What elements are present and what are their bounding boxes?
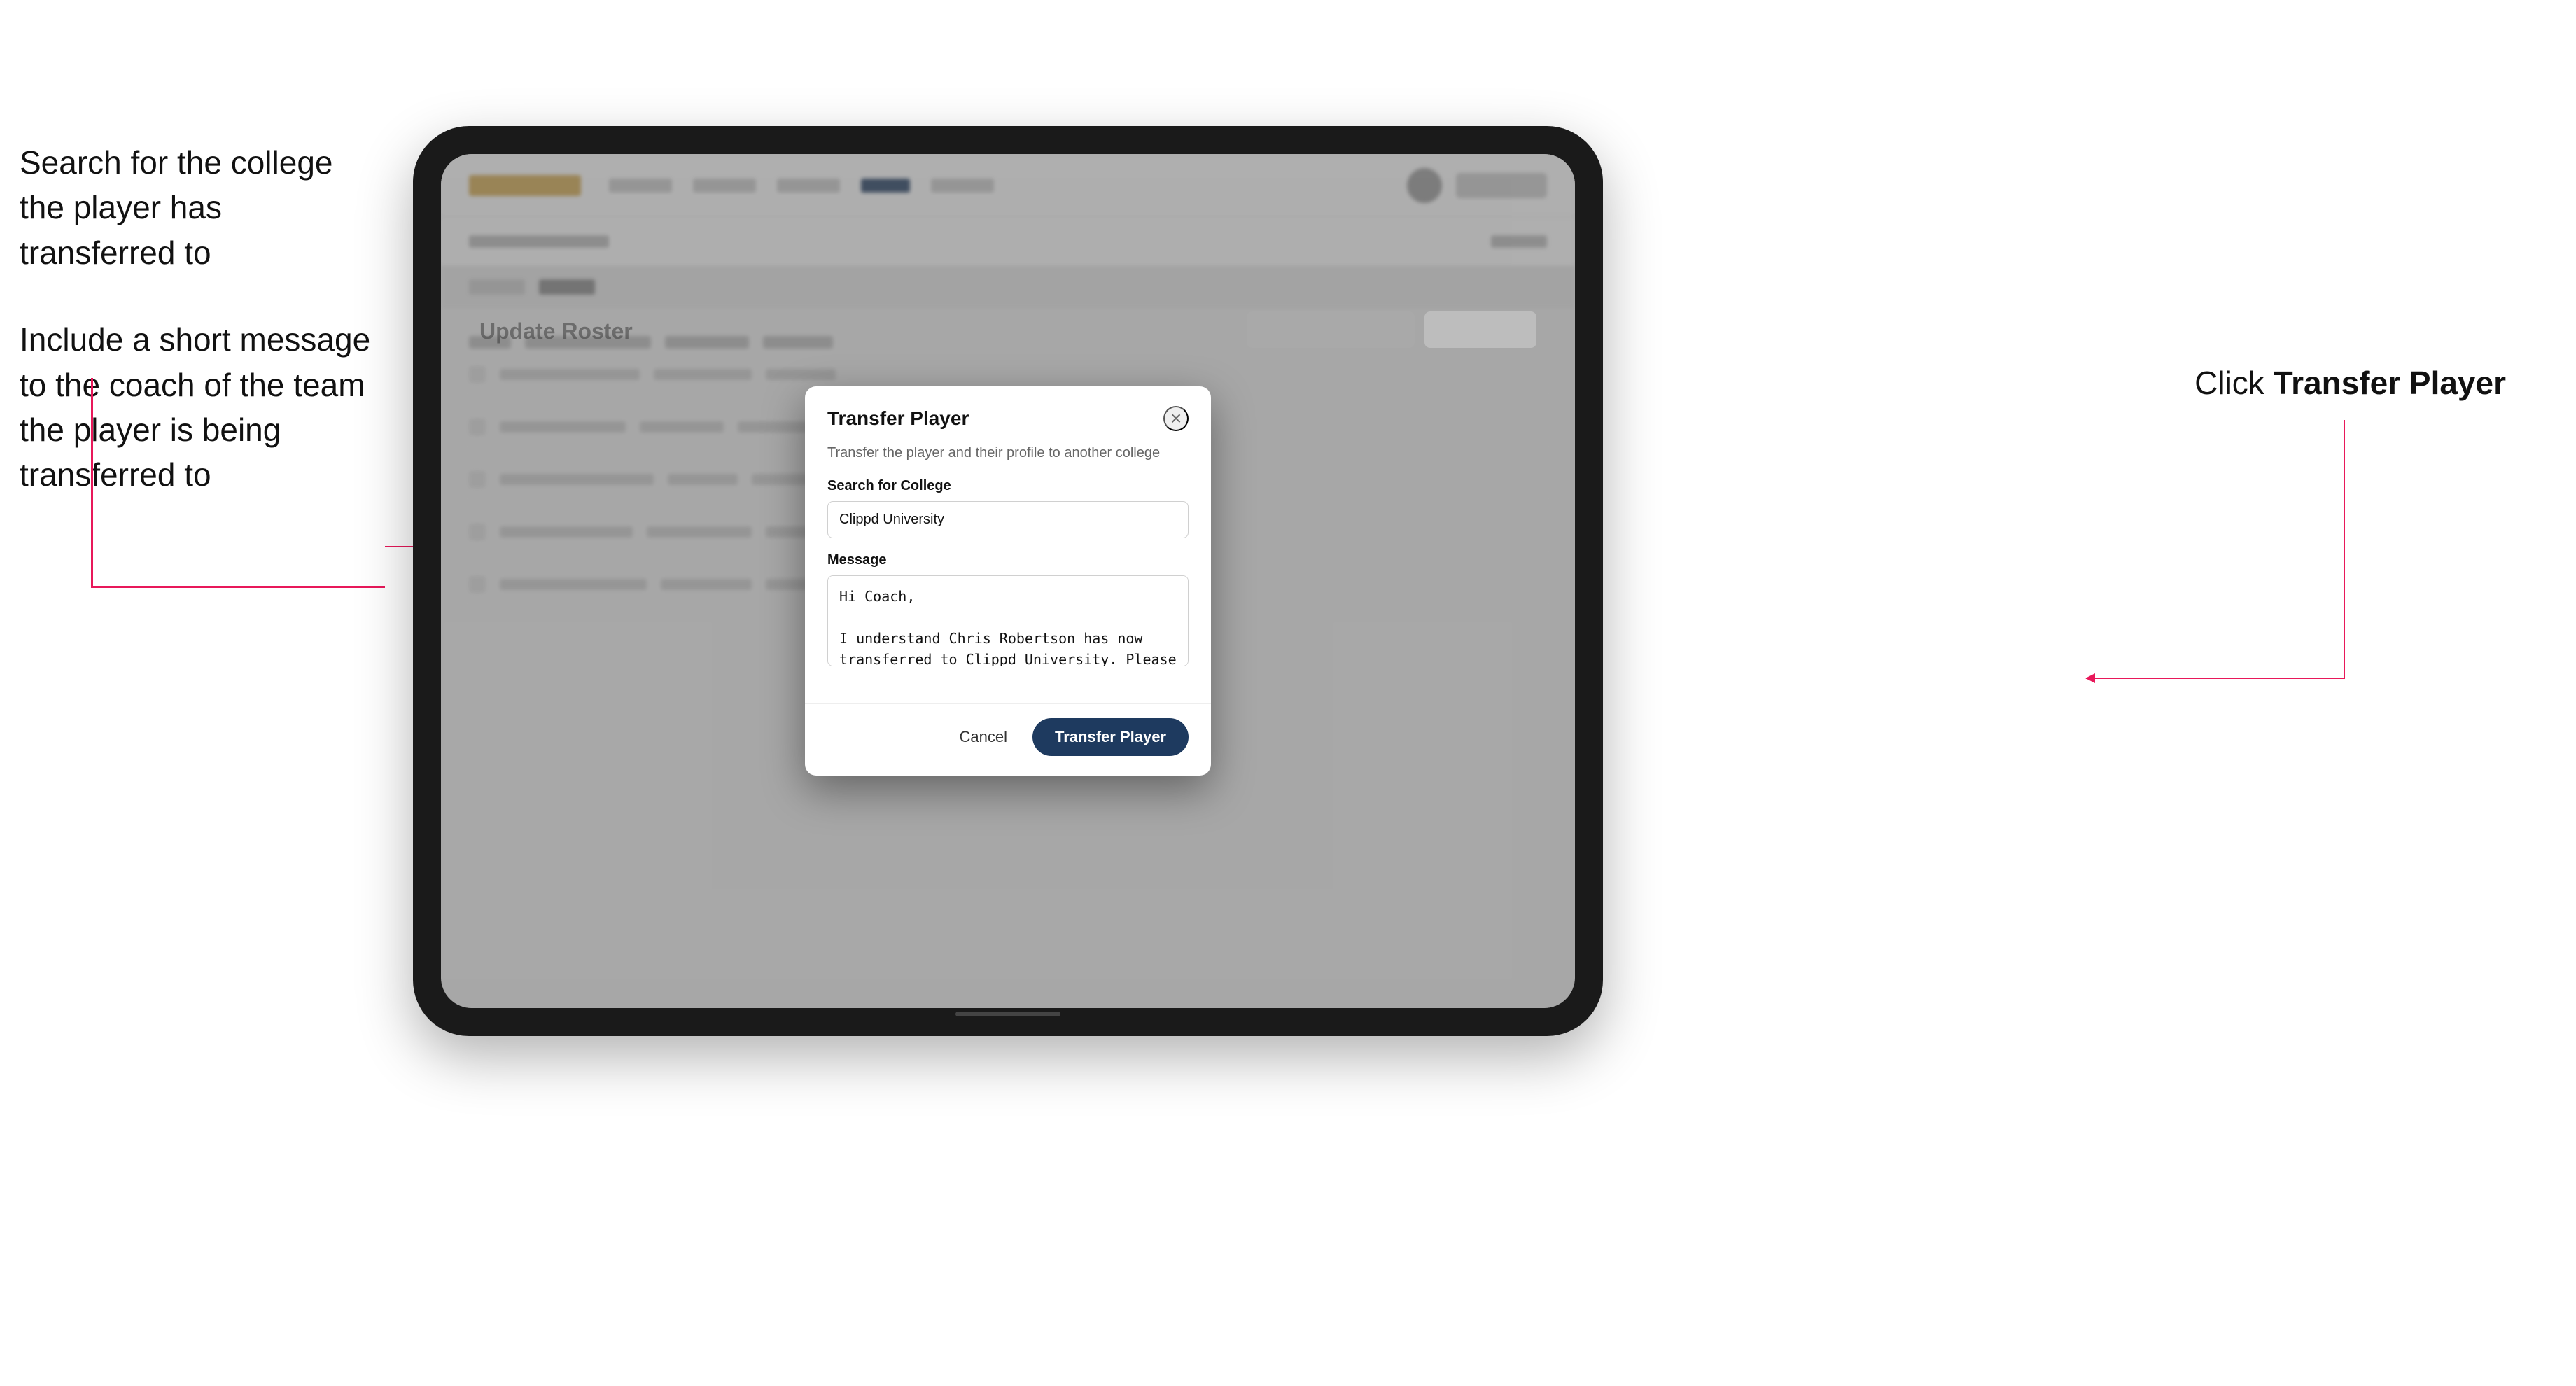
- search-college-group: Search for College: [827, 478, 1189, 538]
- modal-footer: Cancel Transfer Player: [805, 704, 1211, 776]
- annotation-right: Click Transfer Player: [2194, 364, 2506, 402]
- annotation-transfer-bold: Transfer Player: [2274, 365, 2506, 401]
- left-bracket: [91, 378, 385, 588]
- right-arrow-horizontal: [2086, 678, 2345, 679]
- right-arrow-vertical: [2344, 420, 2345, 679]
- tablet-screen: Update Roster Transfer Player × Transfer…: [441, 154, 1575, 1008]
- annotation-click-text: Click: [2194, 365, 2273, 401]
- cancel-button[interactable]: Cancel: [946, 720, 1021, 755]
- tablet-device: Update Roster Transfer Player × Transfer…: [413, 126, 1603, 1036]
- bg-edit-roster-btn: [1424, 312, 1536, 348]
- modal-subtitle: Transfer the player and their profile to…: [827, 445, 1189, 461]
- search-college-input[interactable]: [827, 501, 1189, 538]
- tablet-home-indicator: [955, 1011, 1060, 1016]
- bg-update-roster-label: Update Roster: [479, 318, 633, 344]
- bg-page-title-area: Update Roster: [479, 318, 633, 344]
- modal-close-button[interactable]: ×: [1163, 406, 1189, 431]
- modal-backdrop: Transfer Player × Transfer the player an…: [441, 154, 1575, 1008]
- transfer-player-button[interactable]: Transfer Player: [1032, 718, 1189, 756]
- message-textarea[interactable]: Hi Coach, I understand Chris Robertson h…: [827, 575, 1189, 666]
- message-label: Message: [827, 552, 1189, 568]
- modal-title: Transfer Player: [827, 407, 969, 430]
- modal-header: Transfer Player ×: [805, 386, 1211, 445]
- search-college-label: Search for College: [827, 478, 1189, 494]
- message-group: Message Hi Coach, I understand Chris Rob…: [827, 552, 1189, 670]
- transfer-player-modal: Transfer Player × Transfer the player an…: [805, 386, 1211, 776]
- bg-add-remove-btn: [1247, 312, 1415, 348]
- bg-action-buttons: [1247, 312, 1536, 348]
- modal-body: Transfer the player and their profile to…: [805, 445, 1211, 704]
- annotation-search-text: Search for the college the player has tr…: [20, 140, 384, 275]
